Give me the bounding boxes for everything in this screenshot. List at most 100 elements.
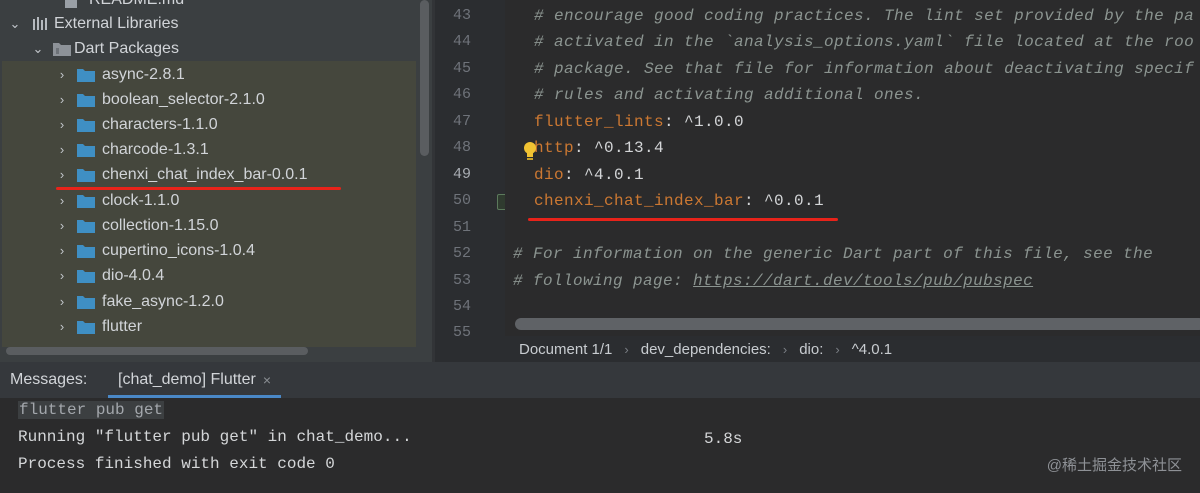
chevron-right-icon[interactable]: › [55, 268, 69, 283]
breadcrumb-item[interactable]: dio: [799, 341, 823, 358]
messages-title: Messages: [10, 371, 88, 388]
line-number: 52 [452, 245, 471, 262]
breadcrumb-item[interactable]: dev_dependencies: [641, 341, 771, 358]
chevron-down-icon[interactable]: ⌄ [31, 41, 45, 57]
console-running-line: Running "flutter pub get" in chat_demo..… [18, 428, 412, 446]
chevron-right-icon[interactable]: › [55, 167, 69, 182]
tab-label: [chat_demo] Flutter [118, 371, 256, 388]
editor-horizontal-scrollbar[interactable] [515, 318, 1200, 330]
line-number: 53 [452, 272, 471, 289]
folder-icon [77, 118, 95, 132]
breadcrumb-item[interactable]: Document 1/1 [519, 341, 612, 358]
code-comment: # rules and activating additional ones. [534, 86, 925, 104]
folder-icon [77, 269, 95, 283]
folder-icon [77, 320, 95, 334]
breadcrumb-item[interactable]: ^4.0.1 [852, 341, 892, 358]
chevron-right-icon[interactable]: › [55, 218, 69, 233]
tree-horizontal-scrollbar[interactable] [6, 347, 308, 355]
chevron-right-icon[interactable]: › [55, 319, 69, 334]
chevron-right-icon[interactable]: › [55, 92, 69, 107]
tree-item-label: charcode-1.3.1 [102, 140, 209, 158]
console-finished-line: Process finished with exit code 0 [18, 455, 335, 473]
yaml-value: : ^0.0.1 [744, 192, 825, 210]
tree-item-package[interactable]: › async-2.8.1 [55, 62, 432, 87]
tree-item-package[interactable]: › boolean_selector-2.1.0 [55, 87, 432, 112]
line-number: 47 [452, 113, 471, 130]
console-command: flutter pub get [18, 401, 165, 419]
tree-item-package[interactable]: › characters-1.1.0 [55, 112, 432, 137]
line-number: 43 [452, 7, 471, 24]
dependency-http: http: ^0.13.4 [534, 139, 664, 157]
code-comment-with-link: # following page: https://dart.dev/tools… [513, 272, 1033, 290]
chevron-right-icon[interactable]: › [55, 193, 69, 208]
dependency-chenxi-chat-index-bar: chenxi_chat_index_bar: ^0.0.1 [534, 192, 824, 210]
chevron-down-icon[interactable]: ⌄ [8, 16, 22, 32]
yaml-key: flutter_lints [534, 113, 665, 131]
tree-item-package[interactable]: › charcode-1.3.1 [55, 137, 432, 162]
annotation-underline-editor [528, 218, 838, 221]
tree-item-label: fake_async-1.2.0 [102, 292, 224, 310]
code-comment: # following page: [513, 272, 694, 290]
yaml-key: dio [534, 166, 565, 184]
tree-item-label: README.md [89, 0, 184, 9]
breadcrumb: Document 1/1 › dev_dependencies: › dio: … [435, 336, 1200, 362]
pubspec-link[interactable]: https://dart.dev/tools/pub/pubspec [693, 272, 1033, 290]
tree-item-package[interactable]: › collection-1.15.0 [55, 213, 432, 238]
tree-item-label: dio-4.0.4 [102, 266, 165, 284]
line-number: 50 [452, 192, 471, 209]
lightbulb-icon[interactable] [522, 141, 538, 161]
tree-item-package[interactable]: › cupertino_icons-1.0.4 [55, 238, 432, 263]
console-command-line: flutter pub get [18, 401, 165, 419]
folder-icon [77, 143, 95, 157]
line-number: 54 [452, 298, 471, 315]
line-number: 48 [452, 139, 471, 156]
chevron-right-icon[interactable]: › [55, 67, 69, 82]
tree-item-external-libraries[interactable]: ⌄ External Libraries [8, 11, 432, 36]
tree-item-label: Dart Packages [74, 39, 179, 57]
chevron-right-icon[interactable]: › [55, 142, 69, 157]
tree-item-package[interactable]: › flutter [55, 314, 432, 339]
library-icon [32, 16, 50, 31]
watermark: @稀土掘金技术社区 [1046, 457, 1182, 474]
chevron-right-icon[interactable]: › [55, 117, 69, 132]
tree-item-package-chenxi[interactable]: › chenxi_chat_index_bar-0.0.1 [55, 162, 432, 187]
yaml-key: http [534, 139, 575, 157]
chevron-right-icon: › [835, 341, 840, 357]
tree-item-dart-packages[interactable]: ⌄ Dart Packages [31, 36, 432, 61]
chevron-right-icon[interactable]: › [55, 243, 69, 258]
code-comment: # package. See that file for information… [534, 60, 1195, 78]
folder-icon [77, 219, 95, 233]
chevron-right-icon[interactable]: › [55, 294, 69, 309]
tree-item-label: chenxi_chat_index_bar-0.0.1 [102, 165, 308, 183]
line-number-gutter: 43 44 45 46 47 48 49 50 51 52 53 54 55 [435, 0, 505, 341]
code-editor[interactable]: # encourage good coding practices. The l… [505, 0, 1200, 336]
close-icon[interactable]: × [263, 372, 271, 388]
tab-chat-demo-flutter[interactable]: [chat_demo] Flutter × [108, 371, 282, 398]
annotation-underline-tree [56, 187, 341, 190]
yaml-value: : ^4.0.1 [564, 166, 645, 184]
yaml-key: chenxi_chat_index_bar [534, 192, 745, 210]
chevron-right-icon: › [624, 341, 629, 357]
line-number: 46 [452, 86, 471, 103]
tree-item-package[interactable]: › clock-1.1.0 [55, 188, 432, 213]
tree-item-label: flutter [102, 317, 143, 335]
tree-item-label: boolean_selector-2.1.0 [102, 90, 265, 108]
console-elapsed-time: 5.8s [704, 430, 743, 448]
line-number: 51 [452, 219, 471, 236]
code-comment: # activated in the `analysis_options.yam… [534, 33, 1195, 51]
line-number-current: 49 [452, 166, 471, 183]
tree-item-package[interactable]: › fake_async-1.2.0 [55, 289, 432, 314]
dependency-flutter-lints: flutter_lints: ^1.0.0 [534, 113, 744, 131]
tree-item-label: collection-1.15.0 [102, 216, 219, 234]
tree-vertical-scrollbar[interactable] [420, 0, 429, 156]
messages-toolwindow-header: Messages: [chat_demo] Flutter × [0, 362, 1200, 398]
tree-item-package[interactable]: › dio-4.0.4 [55, 263, 432, 288]
file-icon [64, 0, 82, 8]
folder-icon [77, 68, 95, 82]
yaml-value: : ^1.0.0 [664, 113, 745, 131]
code-comment: # encourage good coding practices. The l… [534, 7, 1195, 25]
folder-icon [77, 194, 95, 208]
package-folder-icon [53, 42, 71, 56]
folder-icon [77, 168, 95, 182]
tree-item-label: async-2.8.1 [102, 65, 185, 83]
